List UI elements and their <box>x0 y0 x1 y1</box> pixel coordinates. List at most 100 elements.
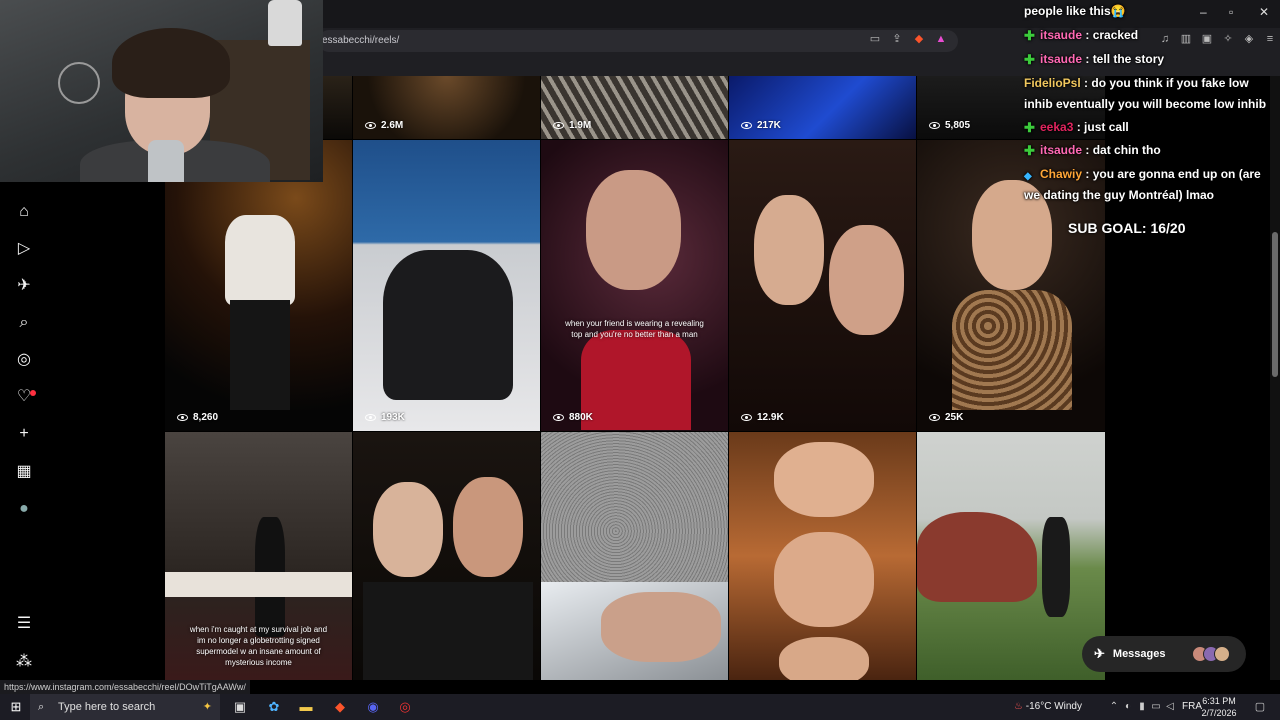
view-count: 1.9M <box>553 120 591 131</box>
address-bar-actions: ▭ ⇪ ◆ ▲ <box>868 32 948 46</box>
volume-icon[interactable]: ◁ <box>1162 699 1178 715</box>
view-count: 880K <box>553 412 593 423</box>
reel-figure <box>363 582 533 680</box>
reel-caption: when your friend is wearing a revealing … <box>565 319 704 339</box>
share-icon[interactable]: ⇪ <box>890 32 904 46</box>
reel-figure <box>829 225 904 335</box>
view-count: 193K <box>365 412 405 423</box>
reel-tile[interactable]: when your friend is wearing a revealing … <box>541 140 728 431</box>
weather-icon: ♨ <box>1014 701 1023 712</box>
reels-icon[interactable]: ▷ <box>14 239 34 259</box>
reel-tile[interactable]: 193K <box>353 140 540 431</box>
reel-figure <box>952 290 1072 410</box>
eye-icon <box>929 414 940 421</box>
address-bar[interactable]: essabecchi/reels/ <box>318 30 958 52</box>
reel-figure <box>383 250 513 400</box>
reel-figure <box>453 477 523 577</box>
reel-tile[interactable]: 12.9K <box>729 140 916 431</box>
reel-tile[interactable]: 1.9M <box>541 76 728 139</box>
obs-icon[interactable]: ◎ <box>397 699 413 715</box>
reel-tile[interactable] <box>541 432 728 680</box>
eye-icon <box>365 414 376 421</box>
also-from-meta-icon[interactable]: ⁂ <box>14 652 34 672</box>
reel-figure <box>774 442 874 517</box>
dashboard-icon[interactable]: ▦ <box>14 462 34 482</box>
eye-icon <box>177 414 188 421</box>
profile-icon[interactable]: ● <box>14 499 34 519</box>
notification-dot <box>30 390 36 396</box>
reel-figure <box>373 482 443 577</box>
brave-icon[interactable]: ◆ <box>332 699 348 715</box>
search-icon: ⌕ <box>38 701 45 713</box>
taskbar-search[interactable]: ⌕ Type here to search ✦ <box>30 694 220 720</box>
reel-figure <box>165 572 352 597</box>
messages-button[interactable]: ✈ Messages <box>1082 636 1246 672</box>
explore-icon[interactable]: ◎ <box>14 350 34 370</box>
reel-tile[interactable]: 8,260 <box>165 140 352 431</box>
notification-center-icon[interactable]: ▢ <box>1252 699 1268 715</box>
reel-figure <box>774 532 874 627</box>
cast-icon[interactable]: ▭ <box>868 32 882 46</box>
file-explorer-icon[interactable]: ▬ <box>298 699 314 715</box>
message-avatars <box>1192 646 1230 662</box>
reel-tile[interactable] <box>917 432 1105 680</box>
reel-tile[interactable] <box>353 432 540 680</box>
reel-figure <box>779 637 869 680</box>
windows-start-icon[interactable]: ⊞ <box>8 699 24 715</box>
instagram-sidebar: ⌂ ▷ ✈ ⌕ ◎ ♡ + ▦ ● ☰ ⁂ <box>0 182 48 680</box>
view-count: 2.6M <box>365 120 403 131</box>
eye-icon <box>365 122 376 129</box>
taskbar-clock[interactable]: 6:31 PM 2/7/2026 <box>1198 695 1240 719</box>
reel-figure <box>225 215 295 305</box>
eye-icon <box>553 414 564 421</box>
avatar <box>1214 646 1230 662</box>
sparkle-icon: ✦ <box>202 701 212 713</box>
chat-message: ✚ itsaude : cracked <box>1024 28 1139 43</box>
status-link: https://www.instagram.com/essabecchi/ree… <box>0 680 250 694</box>
direct-icon[interactable]: ✈ <box>14 276 34 296</box>
clover-badge-icon: ✚ <box>1024 120 1035 135</box>
direct-icon: ✈ <box>1094 646 1105 661</box>
brave-rewards-icon[interactable]: ▲ <box>934 32 948 46</box>
webcam-person-hair <box>112 28 230 98</box>
gem-badge-icon: ◆ <box>1024 171 1032 182</box>
reel-tile[interactable] <box>729 432 916 680</box>
view-count: 8,260 <box>177 412 218 423</box>
webcam-microphone <box>148 140 184 182</box>
discord-icon[interactable]: ◉ <box>365 699 381 715</box>
copilot-icon[interactable]: ✿ <box>266 699 282 715</box>
view-count: 217K <box>741 120 781 131</box>
chat-message: ✚ eeka3 : just call <box>1024 120 1129 135</box>
address-url: essabecchi/reels/ <box>322 35 400 46</box>
search-icon[interactable]: ⌕ <box>14 313 34 333</box>
brave-shields-icon[interactable]: ◆ <box>912 32 926 46</box>
reel-tile[interactable]: when i'm caught at my survival job and i… <box>165 432 352 680</box>
clover-badge-icon: ✚ <box>1024 52 1035 67</box>
task-view-icon[interactable]: ▣ <box>232 699 248 715</box>
reel-figure <box>917 512 1037 602</box>
reel-tile[interactable]: 217K <box>729 76 916 139</box>
webcam-overlay <box>0 0 323 182</box>
scrollbar-thumb[interactable] <box>1272 232 1278 377</box>
chat-message: ✚ itsaude : tell the story <box>1024 52 1165 67</box>
windows-taskbar: ⊞ ⌕ Type here to search ✦ ▣ ✿ ▬ ◆ ◉ ◎ ♨ … <box>0 694 1280 720</box>
eye-icon <box>553 122 564 129</box>
create-icon[interactable]: + <box>14 424 34 444</box>
reel-figure <box>1042 517 1070 617</box>
view-count: 5,805 <box>929 120 970 131</box>
reel-figure <box>230 300 290 410</box>
eye-icon <box>741 122 752 129</box>
reel-tile[interactable]: 2.6M <box>353 76 540 139</box>
clover-badge-icon: ✚ <box>1024 143 1035 158</box>
weather-widget[interactable]: ♨ -16°C Windy <box>1014 701 1082 712</box>
eye-icon <box>929 122 940 129</box>
more-icon[interactable]: ☰ <box>14 614 34 634</box>
eye-icon <box>741 414 752 421</box>
home-icon[interactable]: ⌂ <box>14 202 34 222</box>
reel-figure <box>754 195 824 305</box>
chat-message: ✚ itsaude : dat chin tho <box>1024 143 1161 158</box>
chat-message: FidelioPsl : do you think if you fake lo… <box>1024 76 1267 111</box>
reel-figure <box>601 592 721 662</box>
view-count: 25K <box>929 412 963 423</box>
reel-caption: when i'm caught at my survival job and i… <box>189 625 328 667</box>
